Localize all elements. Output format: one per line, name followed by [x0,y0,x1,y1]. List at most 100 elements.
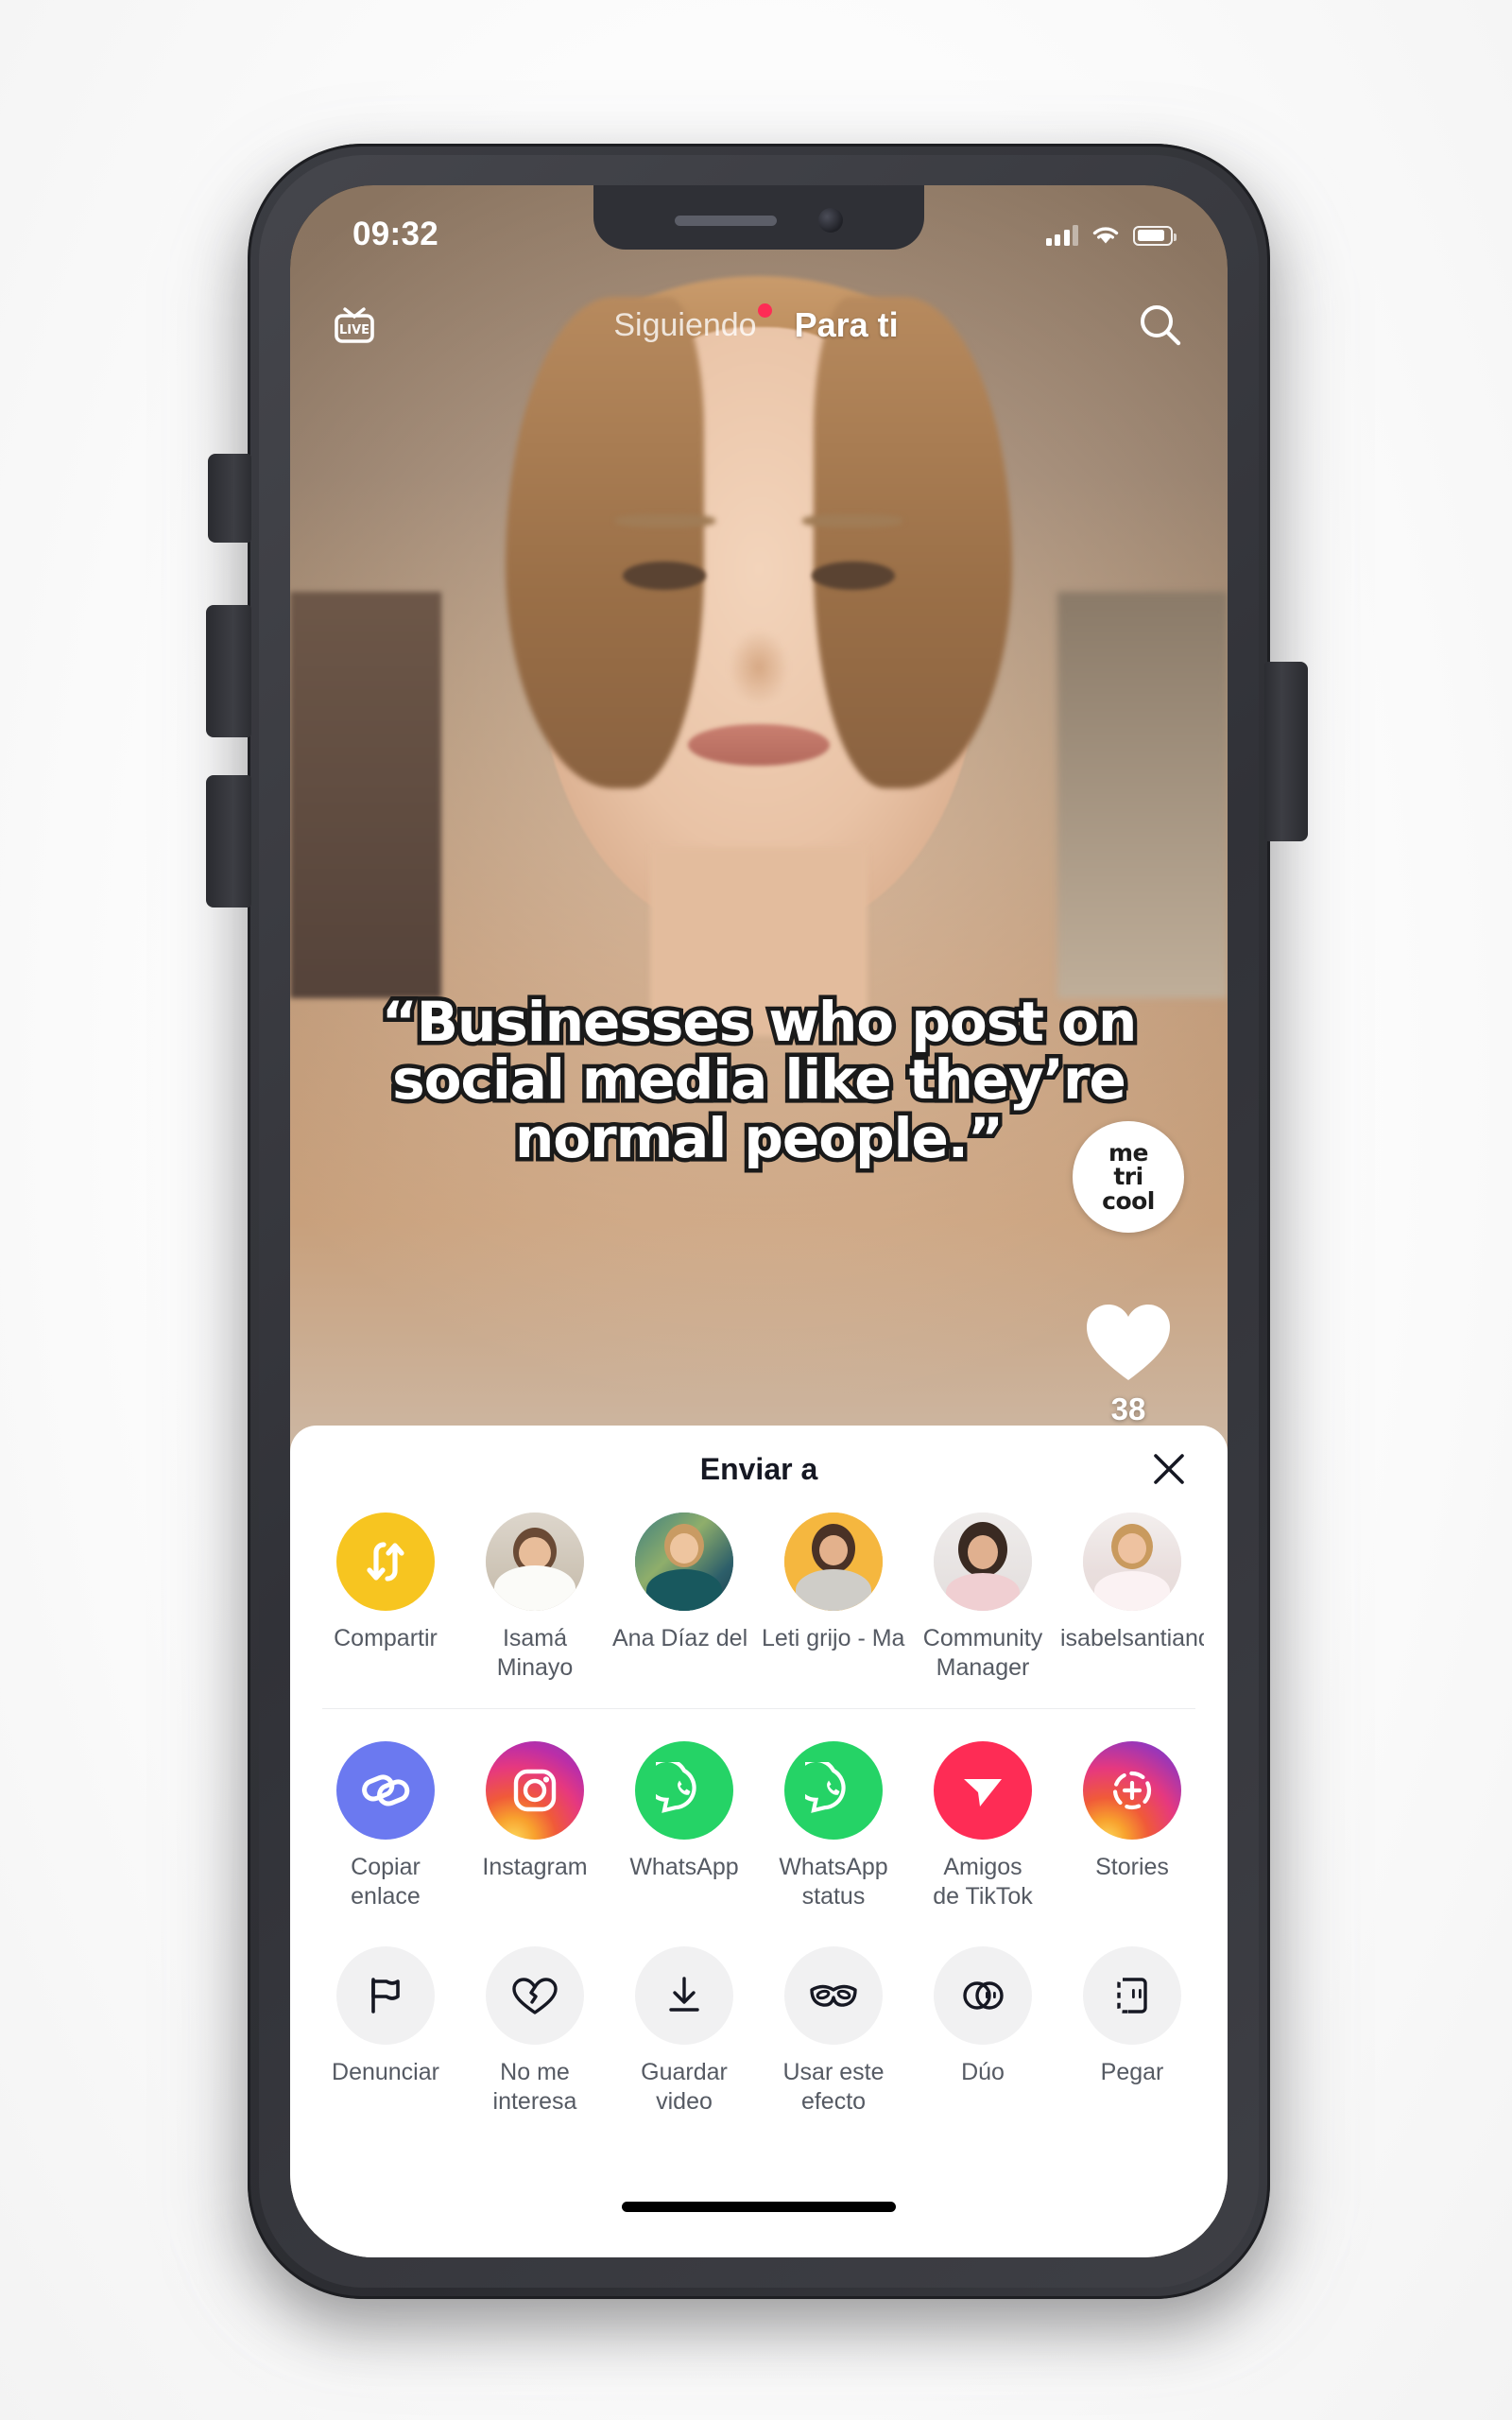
action-usar-este-efecto[interactable]: Usar este efecto [759,1946,908,2116]
wifi-icon [1092,227,1119,244]
search-icon[interactable] [1135,300,1186,351]
whatsapp-icon [784,1741,883,1840]
sheet-divider [322,1708,1195,1709]
action-label: Pegar [1100,2059,1164,2085]
tab-siguiendo-label: Siguiendo [613,306,757,343]
subject-brow-left [615,514,715,527]
stitch-icon [1083,1946,1181,2045]
share-target-label: Leti grijo - Marketing… [762,1625,905,1651]
brand-line-2: tri [1113,1163,1143,1191]
action-pegar[interactable]: Pegar [1057,1946,1207,2116]
status-clock: 09:32 [352,216,439,252]
tab-para-ti[interactable]: Para ti [795,305,899,345]
cellular-bars-icon [1045,225,1078,246]
instagram-icon [486,1741,584,1840]
share-sheet-title: Enviar a [699,1451,818,1486]
status-indicators [1045,224,1177,247]
share-target-label: Ana Díaz del Río|Negoci… [612,1625,756,1651]
like-button[interactable]: 38 [1083,1301,1174,1427]
share-target-leti-grijo[interactable]: Leti grijo - Marketing… [759,1512,908,1682]
live-icon[interactable]: LIVE [332,303,377,347]
avatar [1083,1512,1181,1611]
link-icon [336,1741,435,1840]
share-target-isabelsantiandreu[interactable]: isabelsantiandreu [1057,1512,1207,1682]
close-icon[interactable] [1150,1450,1188,1488]
share-app-whatsapp-status[interactable]: WhatsApp status [759,1741,908,1910]
action-denunciar[interactable]: Denunciar [311,1946,460,2116]
avatar [934,1512,1032,1611]
tiktok-top-nav: LIVE Siguiendo Para ti [290,291,1228,359]
action-label: Guardar video [641,2059,728,2115]
power-button[interactable] [1264,662,1308,841]
share-app-label: Instagram [482,1854,588,1880]
share-sheet-header: Enviar a [290,1426,1228,1512]
share-app-label: Amigos de TikTok [933,1854,1033,1910]
share-app-stories[interactable]: Stories [1057,1741,1207,1910]
share-sheet: Enviar a Compartir Isamá Minayo Ana Díaz… [290,1426,1228,2257]
feed-tabs: Siguiendo Para ti [377,302,1135,345]
action-label: No me interesa [492,2059,577,2115]
volume-down-button[interactable] [206,775,251,908]
share-app-whatsapp[interactable]: WhatsApp [610,1741,759,1910]
front-camera [818,208,843,233]
share-app-copiar-enlace[interactable]: Copiar enlace [311,1741,460,1910]
subject-brow-right [802,514,902,527]
notification-dot-icon [757,302,772,318]
share-apps-row: Copiar enlace Instagram WhatsApp WhatsAp… [290,1741,1228,1910]
like-count: 38 [1110,1392,1146,1426]
share-actions-row: Denunciar No me interesa Guardar video U… [290,1946,1228,2116]
share-contacts-row: Compartir Isamá Minayo Ana Díaz del Leti… [290,1512,1228,1682]
share-target-compartir[interactable]: Compartir [311,1512,460,1682]
subject-eye-left [623,562,706,590]
action-no-me-interesa[interactable]: No me interesa [460,1946,610,2116]
share-target-isama-minayo[interactable]: Isamá Minayo [460,1512,610,1682]
action-label: Usar este efecto [782,2059,885,2115]
share-target-label: isabelsantiandreu [1060,1625,1204,1651]
whatsapp-icon [635,1741,733,1840]
subject-mouth [688,724,830,766]
action-label: Denunciar [332,2059,439,2085]
heart-icon [1087,1305,1170,1380]
mask-icon [784,1946,883,2045]
share-target-label: Community Manager [922,1625,1043,1681]
action-guardar-video[interactable]: Guardar video [610,1946,759,2116]
volume-up-button[interactable] [206,605,251,737]
caption-line-3: normal people.” [511,1104,1008,1171]
share-app-instagram[interactable]: Instagram [460,1741,610,1910]
subject-hair-left [506,297,704,788]
tab-para-ti-label: Para ti [794,305,899,344]
action-duo[interactable]: Dúo [908,1946,1057,2116]
video-caption: “Businesses who post on social media lik… [367,988,1151,1171]
action-label: Dúo [961,2059,1005,2085]
duet-icon [934,1946,1032,2045]
page-root: 09:32 LIVE Siguiendo Para ti “Businesses… [0,0,1512,2420]
mute-switch[interactable] [208,454,251,543]
share-app-label: WhatsApp status [779,1854,888,1910]
share-target-community-manager[interactable]: Community Manager [908,1512,1057,1682]
avatar [784,1512,883,1611]
share-app-label: WhatsApp [629,1854,739,1880]
share-target-ana-diaz[interactable]: Ana Díaz del Río|Negoci… [610,1512,759,1682]
background-wall-right [1057,592,1228,998]
earpiece-speaker [675,215,777,226]
caption-line-1: “Businesses who post on [377,988,1142,1055]
paper-plane-icon [934,1741,1032,1840]
caption-line-2: social media like they’re [388,1046,1131,1114]
video-action-rail: me tri cool 38 [1073,1121,1184,1427]
share-app-amigos-de-tiktok[interactable]: Amigos de TikTok [908,1741,1057,1910]
brand-line-3: cool [1102,1186,1155,1215]
battery-icon [1133,225,1177,246]
brand-line-1: me [1108,1138,1149,1167]
add-story-icon [1083,1741,1181,1840]
avatar [486,1512,584,1611]
background-wall-left [290,592,441,998]
tab-siguiendo[interactable]: Siguiendo [613,302,772,344]
avatar [635,1512,733,1611]
avatar[interactable]: me tri cool [1073,1121,1184,1233]
share-target-label: Isamá Minayo [496,1625,574,1681]
share-target-label: Compartir [334,1625,438,1651]
share-app-label: Copiar enlace [351,1854,421,1910]
home-indicator[interactable] [622,2202,896,2212]
phone-screen: 09:32 LIVE Siguiendo Para ti “Businesses… [290,185,1228,2257]
subject-hair-right [814,297,1012,788]
